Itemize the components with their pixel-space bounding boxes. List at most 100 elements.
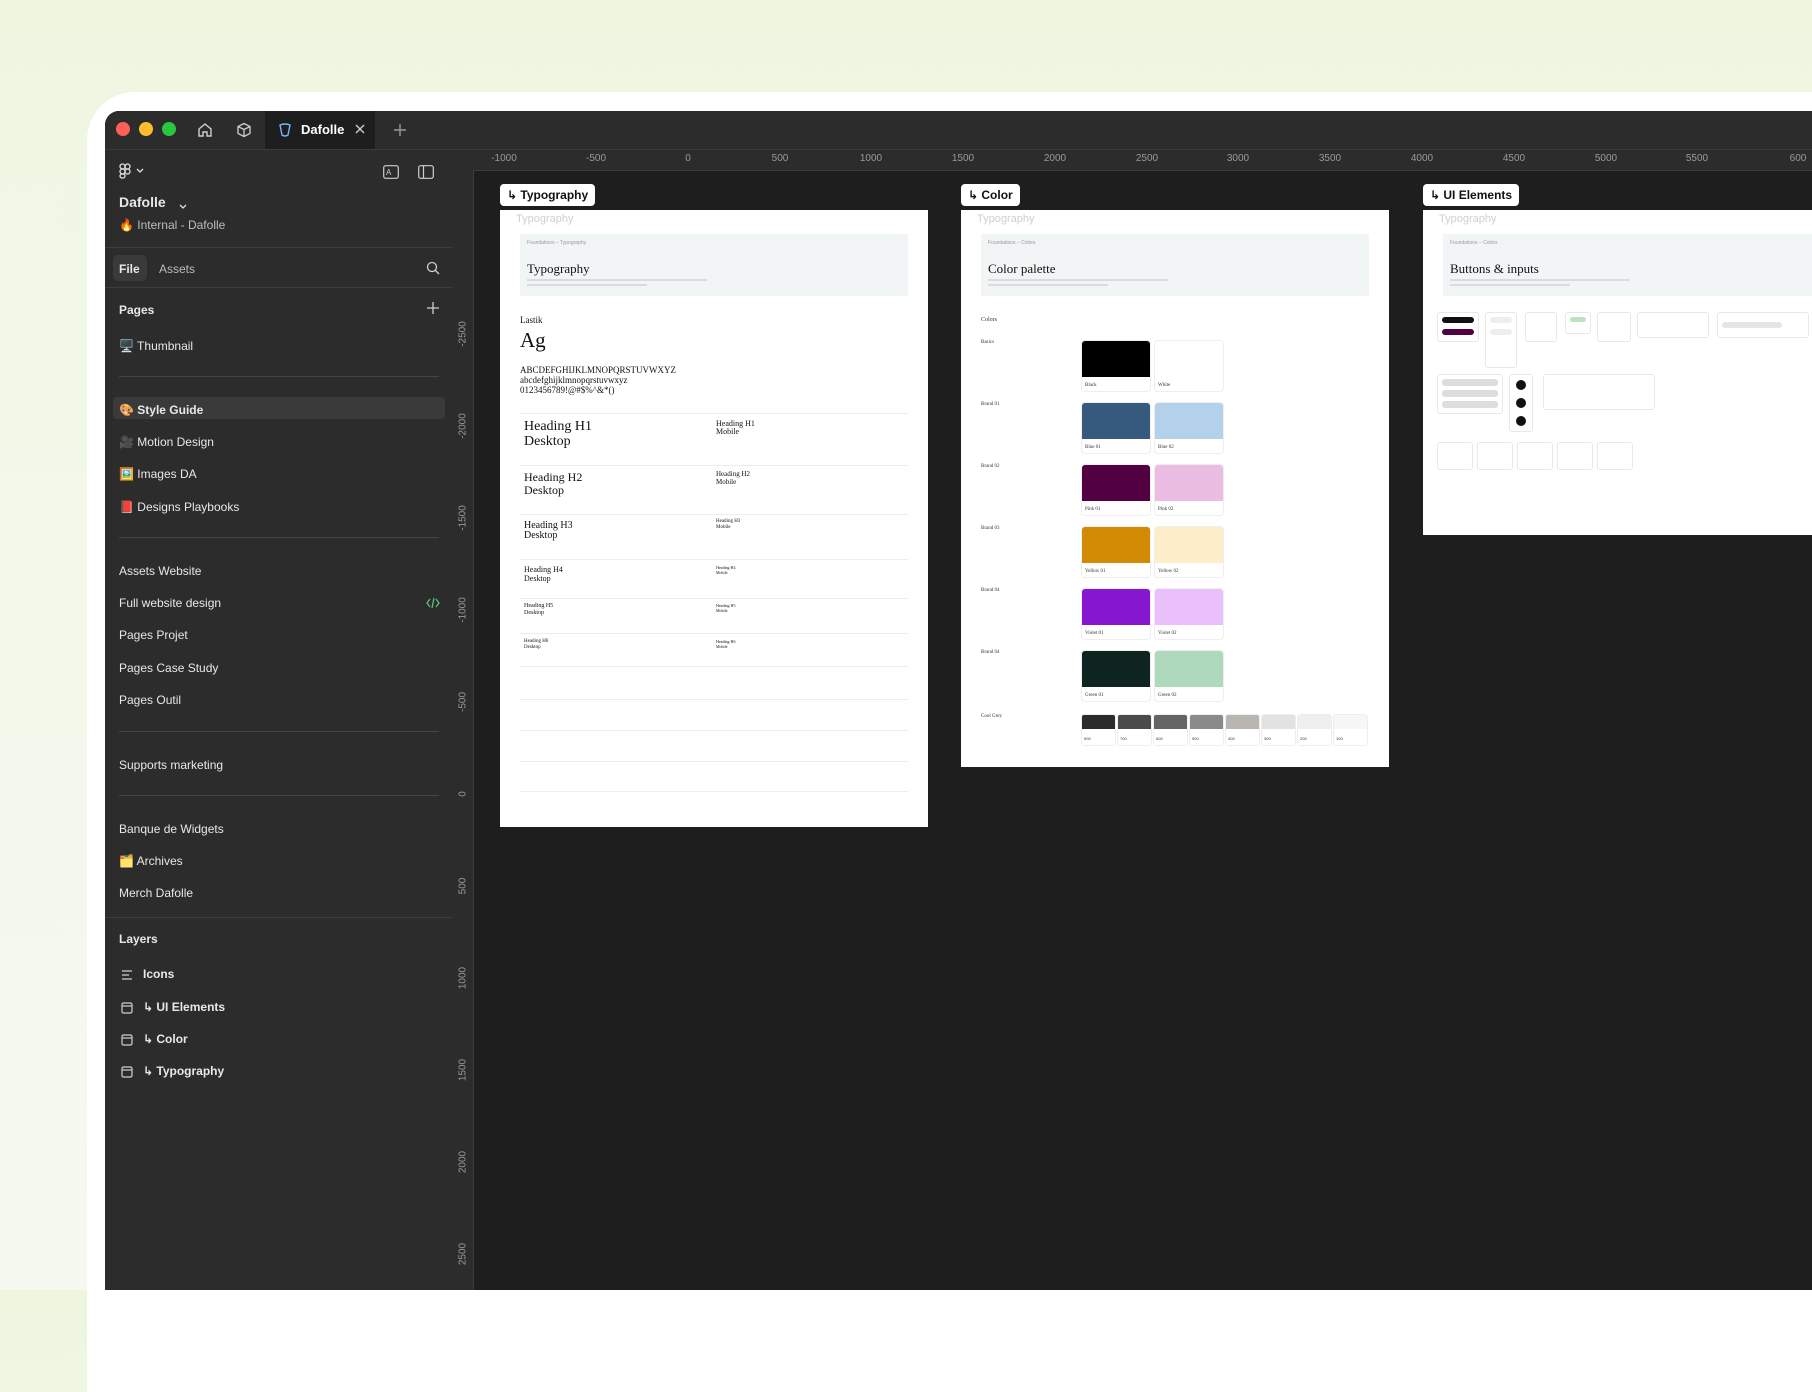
swatch-name: Green 01 — [1085, 693, 1104, 698]
frame-label-ui-elements[interactable]: ↳ UI Elements — [1423, 184, 1520, 206]
page-item[interactable]: 🎥 Motion Design — [119, 435, 214, 449]
color-group-name: Basics — [981, 340, 995, 345]
layer-item[interactable]: ↳ Typography — [143, 1064, 224, 1078]
minimize-window-button[interactable] — [139, 122, 153, 136]
layer-item[interactable]: Icons — [143, 967, 174, 981]
design-canvas[interactable]: ↳ Typography Typography Foundations – Ty… — [474, 171, 1812, 1290]
color-swatch[interactable]: Blue 02 — [1154, 402, 1224, 454]
main-menu-button[interactable] — [119, 163, 147, 184]
divider — [105, 917, 453, 918]
ruler-tick: 1500 — [457, 1058, 469, 1082]
swatch-name: Black — [1085, 383, 1097, 388]
page-item[interactable]: Supports marketing — [119, 758, 223, 772]
frame-ui-elements[interactable]: Typography Foundations – Colors Buttons … — [1423, 210, 1812, 535]
frame-ghost-title: Typography — [1439, 213, 1497, 225]
frame-label-color[interactable]: ↳ Color — [961, 184, 1020, 206]
color-swatch[interactable]: Yellow 01 — [1081, 526, 1151, 578]
color-swatch[interactable]: Pink 01 — [1081, 464, 1151, 516]
color-group-name: Brand 01 — [981, 402, 1000, 407]
frame-color[interactable]: Typography Foundations – Colors Color pa… — [961, 210, 1389, 767]
color-swatch[interactable]: Violet 01 — [1081, 588, 1151, 640]
gray-swatch[interactable]: 700 — [1117, 714, 1152, 746]
color-swatch[interactable]: Green 01 — [1081, 650, 1151, 702]
tab-file-label: File — [119, 262, 140, 276]
close-window-button[interactable] — [116, 122, 130, 136]
heading-mobile: Heading H3 — [716, 519, 741, 524]
text-style-icon[interactable]: A — [383, 165, 399, 184]
color-group-name: Brand 04 — [981, 650, 1000, 655]
page-item[interactable]: Banque de Widgets — [119, 822, 224, 836]
home-icon[interactable] — [194, 119, 216, 141]
color-swatch[interactable]: Green 02 — [1154, 650, 1224, 702]
page-item[interactable]: 🗂️ Archives — [119, 854, 183, 868]
page-item[interactable]: 🎨 Style Guide — [119, 403, 203, 417]
heading-desktop-sub: Desktop — [524, 530, 558, 541]
swatch-name: 900 — [1084, 736, 1091, 741]
add-page-icon[interactable] — [426, 301, 440, 320]
frame-label-typography[interactable]: ↳ Typography — [500, 184, 596, 206]
search-icon[interactable] — [426, 261, 440, 280]
page-item[interactable]: 🖼️ Images DA — [119, 467, 197, 481]
frame-ghost-title: Typography — [516, 213, 574, 225]
gray-swatch[interactable]: 500 — [1189, 714, 1224, 746]
color-swatch[interactable]: Yellow 02 — [1154, 526, 1224, 578]
frame-title: Buttons & inputs — [1450, 261, 1539, 276]
color-swatch[interactable]: Violet 02 — [1154, 588, 1224, 640]
frame-typography[interactable]: Typography Foundations – Typography Typo… — [500, 210, 928, 827]
row-divider — [520, 514, 908, 515]
page-item[interactable]: 🖥️ Thumbnail — [119, 339, 193, 353]
gray-swatch[interactable]: 200 — [1297, 714, 1332, 746]
swatch-fill — [1082, 589, 1150, 625]
frame-header: Foundations – Colors Color palette — [981, 234, 1369, 296]
color-swatch[interactable]: Black — [1081, 340, 1151, 392]
tab-assets[interactable]: Assets — [159, 262, 195, 276]
color-swatch[interactable]: Blue 01 — [1081, 402, 1151, 454]
color-group-name: Brand 02 — [981, 464, 1000, 469]
gray-swatch[interactable]: 100 — [1333, 714, 1368, 746]
page-item[interactable]: Pages Outil — [119, 693, 181, 707]
color-swatch[interactable]: Pink 02 — [1154, 464, 1224, 516]
heading-mobile-sub: Mobile — [716, 644, 728, 649]
project-team[interactable]: 🔥 Internal - Dafolle — [119, 218, 225, 232]
page-item[interactable]: Full website design — [119, 596, 221, 610]
page-item[interactable]: Pages Projet — [119, 628, 188, 642]
chevron-down-icon[interactable] — [178, 198, 188, 216]
page-item[interactable]: Merch Dafolle — [119, 886, 193, 900]
heading-desktop-sub: Desktop — [524, 645, 541, 650]
card-preview — [1517, 442, 1553, 470]
panel-toggle-icon[interactable] — [418, 165, 434, 184]
ruler-tick: 500 — [771, 153, 789, 164]
new-tab-icon[interactable] — [389, 119, 411, 141]
row-divider — [520, 559, 908, 560]
description-line — [527, 279, 707, 281]
gray-swatch[interactable]: 300 — [1261, 714, 1296, 746]
ruler-tick: 2500 — [1135, 153, 1159, 164]
icon-button-group — [1509, 374, 1533, 432]
maximize-window-button[interactable] — [162, 122, 176, 136]
close-tab-icon[interactable] — [353, 122, 367, 141]
gray-swatch[interactable]: 400 — [1225, 714, 1260, 746]
heading-desktop-sub: Desktop — [524, 483, 564, 497]
gray-swatch[interactable]: 600 — [1153, 714, 1188, 746]
font-name: Lastik — [520, 315, 543, 325]
frame-title: Color palette — [988, 261, 1056, 276]
layer-item[interactable]: ↳ Color — [143, 1032, 188, 1046]
dev-mode-icon[interactable] — [426, 596, 440, 614]
page-item[interactable]: Assets Website — [119, 564, 201, 578]
divider — [105, 287, 453, 288]
page-item[interactable]: 📕 Designs Playbooks — [119, 500, 239, 514]
project-name[interactable]: Dafolle — [119, 194, 166, 210]
divider — [119, 731, 439, 732]
heading-mobile-sub: Mobile — [716, 525, 731, 530]
community-icon[interactable] — [233, 119, 255, 141]
layer-item[interactable]: ↳ UI Elements — [143, 1000, 225, 1014]
file-tab[interactable]: Dafolle — [265, 111, 375, 149]
heading-desktop-sub: Desktop — [524, 610, 544, 616]
ruler-vertical: -2500 -2000 -1500 -1000 -500 0 500 1000 … — [453, 170, 474, 1290]
page-item[interactable]: Pages Case Study — [119, 661, 218, 675]
badge-pill — [1570, 317, 1586, 322]
color-swatch[interactable]: White — [1154, 340, 1224, 392]
frame-icon — [121, 1001, 133, 1019]
gray-swatch[interactable]: 900 — [1081, 714, 1116, 746]
tab-file[interactable]: File — [113, 255, 147, 281]
